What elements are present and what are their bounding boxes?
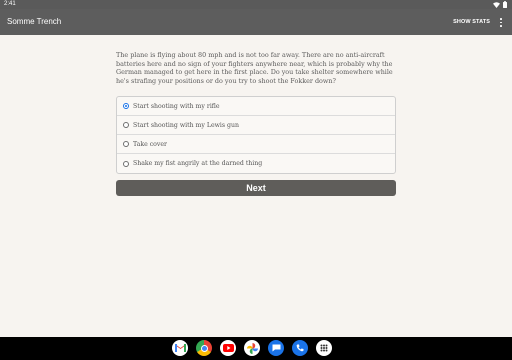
show-stats-button[interactable]: SHOW STATS — [453, 9, 490, 35]
choice-label: Take cover — [133, 140, 168, 148]
radio-button[interactable] — [123, 160, 129, 167]
status-time: 2:41 — [4, 1, 16, 7]
choice-option-shake-fist[interactable]: Shake my fist angrily at the darned thin… — [117, 154, 395, 173]
phone-icon[interactable] — [292, 340, 308, 356]
status-icons — [493, 1, 507, 8]
choice-label: Shake my fist angrily at the darned thin… — [133, 160, 263, 167]
photos-icon[interactable] — [244, 340, 260, 356]
app-drawer-icon[interactable] — [316, 340, 332, 356]
next-button[interactable]: Next — [116, 180, 396, 196]
choice-label: Start shooting with my Lewis gun — [133, 121, 239, 129]
youtube-icon[interactable] — [220, 340, 236, 356]
app-bar: Somme Trench SHOW STATS — [0, 9, 512, 35]
choice-option-lewis-gun[interactable]: Start shooting with my Lewis gun — [117, 116, 395, 135]
radio-button[interactable] — [123, 141, 129, 147]
choice-option-take-cover[interactable]: Take cover — [117, 135, 395, 154]
radio-button-checked[interactable] — [123, 103, 129, 109]
battery-icon — [503, 1, 507, 8]
story-text: The plane is flying about 80 mph and is … — [116, 51, 393, 85]
more-vert-icon[interactable] — [499, 18, 503, 27]
app-dock — [172, 340, 332, 356]
choice-label: Start shooting with my rifle — [133, 102, 220, 110]
status-bar: 2:41 — [0, 0, 512, 9]
app-title: Somme Trench — [7, 17, 62, 26]
wifi-icon — [493, 1, 500, 8]
choice-option-rifle[interactable]: Start shooting with my rifle — [117, 97, 395, 116]
messages-icon[interactable] — [268, 340, 284, 356]
radio-button[interactable] — [123, 122, 129, 128]
chrome-icon[interactable] — [196, 340, 212, 356]
choice-list: Start shooting with my rifle Start shoot… — [116, 96, 396, 174]
taskbar — [0, 337, 512, 360]
gmail-icon[interactable] — [172, 340, 188, 356]
